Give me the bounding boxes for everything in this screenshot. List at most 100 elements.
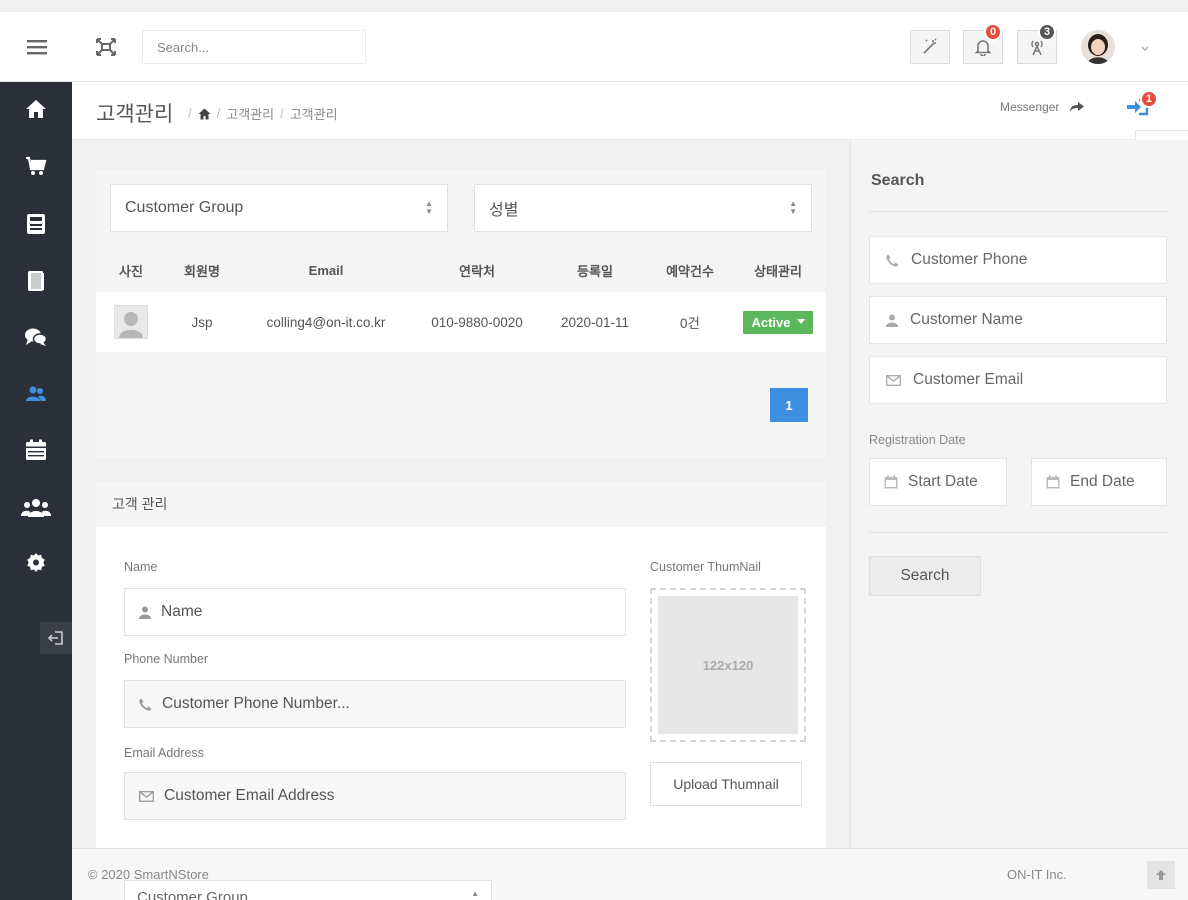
sidebar-item-shop[interactable] (0, 144, 72, 188)
breadcrumb-item[interactable]: 고객관리 (226, 104, 274, 123)
user-avatar[interactable] (1081, 30, 1115, 64)
customer-group-form-select[interactable]: Customer Group ▲ (124, 880, 492, 900)
home-icon (26, 100, 46, 118)
thumbnail-label: Customer ThumNail (650, 560, 761, 574)
sidebar-item-home[interactable] (0, 87, 72, 131)
name-input[interactable]: Name (124, 588, 626, 636)
divider (869, 211, 1167, 212)
customer-email-placeholder: Customer Email (913, 371, 1024, 388)
customer-phone-search-input[interactable]: Customer Phone (869, 236, 1167, 284)
column-header[interactable]: Email (238, 263, 414, 278)
calendar-icon (26, 439, 46, 460)
users-icon (26, 386, 46, 401)
customer-name: Jsp (191, 314, 213, 330)
phone-label: Phone Number (124, 652, 209, 666)
email-input[interactable]: Customer Email Address (124, 772, 626, 820)
tasks-button[interactable]: 3 (1017, 23, 1057, 64)
phone-icon (886, 254, 899, 267)
name-placeholder: Name (161, 603, 203, 620)
customer-name-search-input[interactable]: Customer Name (869, 296, 1167, 344)
column-header[interactable]: 예약건수 (650, 261, 730, 280)
login-button[interactable]: 1 (1126, 90, 1158, 122)
notifications-button[interactable]: 0 (963, 23, 1003, 64)
status-label: Active (751, 314, 791, 330)
table-row[interactable]: Jsp colling4@on-it.co.kr 010-9880-0020 2… (96, 292, 826, 352)
sidebar-item-customers[interactable] (0, 372, 72, 416)
customer-email-search-input[interactable]: Customer Email (869, 356, 1167, 404)
column-header[interactable]: 연락처 (414, 261, 540, 280)
fullscreen-icon[interactable] (92, 34, 120, 60)
select-arrows-icon: ▲ (471, 889, 479, 898)
scroll-to-top-button[interactable] (1147, 861, 1175, 889)
top-bar: 0 3 (0, 12, 1188, 82)
notification-badge: 0 (984, 23, 1002, 41)
top-search-input[interactable] (142, 30, 366, 64)
phone-icon (139, 698, 152, 711)
sidebar-item-orders[interactable] (0, 202, 72, 246)
registration-date: 2020-01-11 (560, 314, 630, 330)
customer-name-placeholder: Customer Name (910, 311, 1023, 328)
phone-input[interactable]: Customer Phone Number... (124, 680, 626, 728)
status-dropdown-button[interactable]: Active (743, 310, 813, 334)
customer-form-panel: 고객 관리 Name Name Phone Number Customer Ph… (96, 482, 826, 848)
home-icon[interactable] (198, 108, 211, 120)
calculator-icon (27, 214, 45, 234)
sidebar-item-members[interactable] (0, 486, 72, 530)
registration-date-label: Registration Date (869, 433, 966, 447)
user-silhouette-icon (114, 305, 148, 339)
select-arrows-icon: ▲ ▼ (425, 199, 433, 216)
email-label: Email Address (124, 746, 204, 760)
page-title: 고객관리 (96, 103, 174, 126)
breadcrumb-separator: / (280, 106, 284, 121)
end-date-placeholder: End Date (1070, 473, 1135, 490)
start-date-input[interactable]: Start Date (869, 458, 1007, 506)
sidebar-collapse-button[interactable] (40, 622, 72, 654)
pagination-page-1[interactable]: 1 (770, 388, 808, 422)
main-content: Customer Group ▲ ▼ 성별 ▲ ▼ 사진 회원명 Email 연락처… (72, 140, 850, 848)
select-arrows-icon: ▲ ▼ (789, 199, 797, 216)
gender-select-value: 성별 (489, 202, 519, 219)
sidebar-item-messages[interactable] (0, 315, 72, 359)
column-header[interactable]: 상태관리 (730, 261, 826, 280)
sign-out-icon (48, 631, 63, 645)
gender-select[interactable]: 성별 ▲ ▼ (474, 184, 812, 232)
hamburger-menu-icon[interactable] (22, 34, 52, 60)
bell-icon (975, 40, 991, 56)
customer-email: colling4@on-it.co.kr (266, 314, 386, 330)
reservation-count: 0건 (680, 316, 700, 331)
thumbnail-placeholder: 122x120 (658, 596, 798, 734)
name-label: Name (124, 560, 158, 574)
end-date-input[interactable]: End Date (1031, 458, 1167, 506)
sidebar-item-settings[interactable] (0, 540, 72, 584)
share-icon (1070, 102, 1085, 112)
magic-wand-button[interactable] (910, 30, 950, 64)
search-panel: Search Customer Phone Customer Name Cust… (850, 140, 1188, 848)
page-header: 고객관리 / / 고객관리 / 고객관리 Messenger 1 (72, 82, 1188, 140)
customer-phone: 010-9880-0020 (431, 314, 523, 330)
sidebar-item-products[interactable] (0, 259, 72, 303)
sidebar-item-calendar[interactable] (0, 428, 72, 472)
envelope-icon (139, 790, 154, 802)
group-icon (21, 499, 51, 517)
upload-thumbnail-button[interactable]: Upload Thumnail (650, 762, 802, 806)
arrow-up-icon (1156, 870, 1166, 880)
customer-group-select[interactable]: Customer Group ▲ ▼ (110, 184, 448, 232)
gear-icon (27, 553, 45, 572)
column-header[interactable]: 등록일 (540, 261, 650, 280)
messenger-label: Messenger (1000, 100, 1060, 114)
cart-icon (26, 156, 47, 175)
magic-wand-icon (923, 38, 937, 54)
chevron-down-icon[interactable] (1140, 40, 1150, 56)
thumbnail-dropzone[interactable]: 122x120 (650, 588, 806, 742)
email-placeholder: Customer Email Address (164, 787, 335, 804)
breadcrumb: / / 고객관리 / 고객관리 (188, 104, 338, 123)
search-button[interactable]: Search (869, 556, 981, 596)
column-header[interactable]: 사진 (96, 261, 166, 280)
start-date-placeholder: Start Date (908, 473, 978, 490)
footer-company: ON-IT Inc. (1007, 867, 1067, 882)
messenger-link[interactable]: Messenger (1000, 100, 1085, 114)
book-icon (28, 271, 44, 291)
customer-photo-cell (96, 305, 166, 339)
tasks-badge: 3 (1038, 23, 1056, 41)
column-header[interactable]: 회원명 (166, 261, 238, 280)
